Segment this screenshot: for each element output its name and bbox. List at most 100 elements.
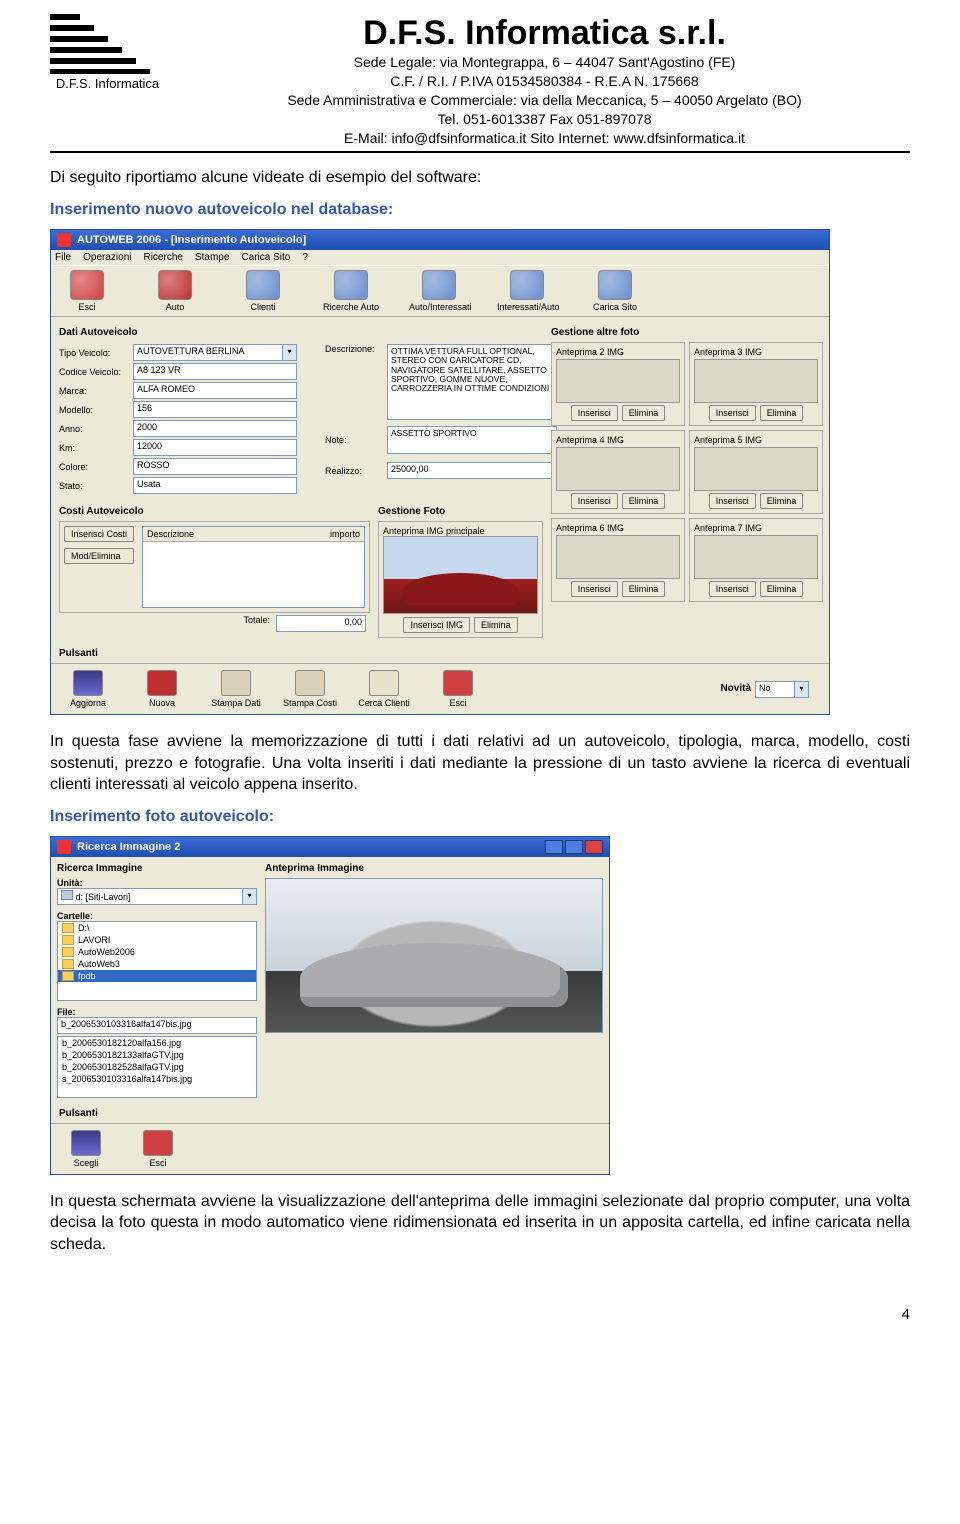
tipo-select[interactable]: AUTOVETTURA BERLINA▾	[133, 344, 297, 361]
tb-clienti[interactable]: Clienti	[233, 270, 293, 312]
list-item[interactable]: LAVORI	[58, 934, 256, 946]
menu-bar[interactable]: File Operazioni Ricerche Stampe Carica S…	[51, 250, 829, 265]
list-item[interactable]: D:\	[58, 922, 256, 934]
list-item[interactable]: b_2006530182133alfaGTV.jpg	[58, 1049, 256, 1061]
nuova-button[interactable]: Nuova	[133, 670, 191, 708]
unita-label: Unità:	[57, 878, 257, 888]
inserisci-img-button[interactable]: Inserisci IMG	[403, 617, 470, 633]
tb-esci[interactable]: Esci	[57, 270, 117, 312]
tb-interessati-auto[interactable]: Interessati/Auto	[497, 270, 557, 312]
anno-input[interactable]: 2000	[133, 420, 297, 437]
scegli-button[interactable]: Scegli	[57, 1130, 115, 1168]
list-item[interactable]: s_2006530103316alfa147bis.jpg	[58, 1073, 256, 1085]
thumb-inserisci-button[interactable]: Inserisci	[571, 581, 618, 597]
costi-table: Descrizione importo	[142, 526, 365, 608]
page-number: 4	[50, 1306, 910, 1323]
section-1-title: Inserimento nuovo autoveicolo nel databa…	[50, 201, 910, 219]
unita-select[interactable]: d: [Siti-Lavori] ▾	[57, 888, 257, 905]
chevron-down-icon: ▾	[243, 888, 257, 905]
ricerca-title: Ricerca Immagine	[57, 863, 257, 874]
thumb-inserisci-button[interactable]: Inserisci	[709, 405, 756, 421]
menu-ricerche[interactable]: Ricerche	[143, 252, 182, 263]
stampa-dati-button[interactable]: Stampa Dati	[207, 670, 265, 708]
realizzo-label: Realizzo:	[325, 466, 383, 476]
thumb-inserisci-button[interactable]: Inserisci	[709, 493, 756, 509]
descr-textarea[interactable]: OTTIMA VETTURA FULL OPTIONAL, STEREO CON…	[387, 344, 557, 420]
clients-icon	[246, 270, 280, 300]
mod-elimina-button[interactable]: Mod/Elimina	[64, 548, 134, 564]
window-controls	[545, 840, 603, 854]
cerca-clienti-button[interactable]: Cerca Clienti	[355, 670, 413, 708]
tipo-label: Tipo Veicolo:	[59, 348, 129, 358]
group-altre-title: Gestione altre foto	[551, 327, 823, 338]
group-dati-title: Dati Autoveicolo	[59, 327, 543, 338]
thumb-elimina-button[interactable]: Elimina	[760, 493, 804, 509]
stato-input[interactable]: Usata	[133, 477, 297, 494]
paragraph-2: In questa schermata avviene la visualizz…	[50, 1191, 910, 1256]
list-item[interactable]: AutoWeb2006	[58, 946, 256, 958]
codice-input[interactable]: A8 123 VR	[133, 363, 297, 380]
stampa-costi-button[interactable]: Stampa Costi	[281, 670, 339, 708]
close-icon[interactable]	[585, 840, 603, 854]
inserisci-costi-button[interactable]: Inserisci Costi	[64, 526, 134, 542]
note-label: Note:	[325, 435, 383, 445]
addr-line-3: Sede Amministrativa e Commerciale: via d…	[179, 91, 910, 110]
upload-icon	[598, 270, 632, 300]
menu-help[interactable]: ?	[302, 252, 308, 263]
thumb-elimina-button[interactable]: Elimina	[622, 405, 666, 421]
list-item[interactable]: b_2006530182528alfaGTV.jpg	[58, 1061, 256, 1073]
thumb-inserisci-button[interactable]: Inserisci	[571, 493, 618, 509]
modello-input[interactable]: 156	[133, 401, 297, 418]
esci-button[interactable]: Esci	[429, 670, 487, 708]
interest-auto-icon	[510, 270, 544, 300]
printer-icon	[221, 670, 251, 696]
window-title: Ricerca Immagine 2	[77, 841, 180, 853]
km-input[interactable]: 12000	[133, 439, 297, 456]
marca-input[interactable]: ALFA ROMEO	[133, 382, 297, 399]
car-icon	[147, 670, 177, 696]
list-item[interactable]: AutoWeb3	[58, 958, 256, 970]
car-icon	[158, 270, 192, 300]
list-item[interactable]: fpdb	[58, 970, 256, 982]
tb-carica-sito[interactable]: Carica Sito	[585, 270, 645, 312]
menu-carica-sito[interactable]: Carica Sito	[241, 252, 290, 263]
folder-icon	[62, 959, 74, 969]
thumb-elimina-button[interactable]: Elimina	[622, 581, 666, 597]
thumb-elimina-button[interactable]: Elimina	[760, 581, 804, 597]
menu-file[interactable]: File	[55, 252, 71, 263]
thumb-inserisci-button[interactable]: Inserisci	[571, 405, 618, 421]
close-icon	[143, 1130, 173, 1156]
car-preview-image	[265, 878, 603, 1033]
printer-icon	[295, 670, 325, 696]
note-textarea[interactable]: ASSETTO SPORTIVO	[387, 426, 557, 454]
elimina-img-button[interactable]: Elimina	[474, 617, 518, 633]
marca-label: Marca:	[59, 386, 129, 396]
aggiorna-button[interactable]: Aggiorna	[59, 670, 117, 708]
menu-operazioni[interactable]: Operazioni	[83, 252, 131, 263]
folder-icon	[62, 971, 74, 981]
chevron-down-icon: ▾	[283, 344, 297, 361]
maximize-icon[interactable]	[565, 840, 583, 854]
thumb-inserisci-button[interactable]: Inserisci	[709, 581, 756, 597]
realizzo-input[interactable]: 25000,00	[387, 462, 557, 479]
novita-select[interactable]: No▾	[755, 681, 809, 698]
thumb-elimina-button[interactable]: Elimina	[760, 405, 804, 421]
thumb-3: Anteprima 3 IMGInserisciElimina	[689, 342, 823, 426]
tb-auto[interactable]: Auto	[145, 270, 205, 312]
tb-ricerche-auto[interactable]: Ricerche Auto	[321, 270, 381, 312]
colore-input[interactable]: ROSSO	[133, 458, 297, 475]
file-input[interactable]: b_2006530103316alfa147bis.jpg	[57, 1017, 257, 1034]
menu-stampe[interactable]: Stampe	[195, 252, 229, 263]
folder-listbox[interactable]: D:\ LAVORI AutoWeb2006 AutoWeb3 fpdb	[57, 921, 257, 1001]
thumb-elimina-button[interactable]: Elimina	[622, 493, 666, 509]
folder-icon	[62, 923, 74, 933]
file-listbox[interactable]: b_2006530182120alfa156.jpg b_20065301821…	[57, 1036, 257, 1098]
minimize-icon[interactable]	[545, 840, 563, 854]
anno-label: Anno:	[59, 424, 129, 434]
list-item[interactable]: b_2006530182120alfa156.jpg	[58, 1037, 256, 1049]
esci-button[interactable]: Esci	[129, 1130, 187, 1168]
company-logo: D.F.S. Informatica	[50, 14, 165, 91]
close-icon	[443, 670, 473, 696]
cartelle-label: Cartelle:	[57, 911, 257, 921]
tb-auto-interessati[interactable]: Auto/Interessati	[409, 270, 469, 312]
